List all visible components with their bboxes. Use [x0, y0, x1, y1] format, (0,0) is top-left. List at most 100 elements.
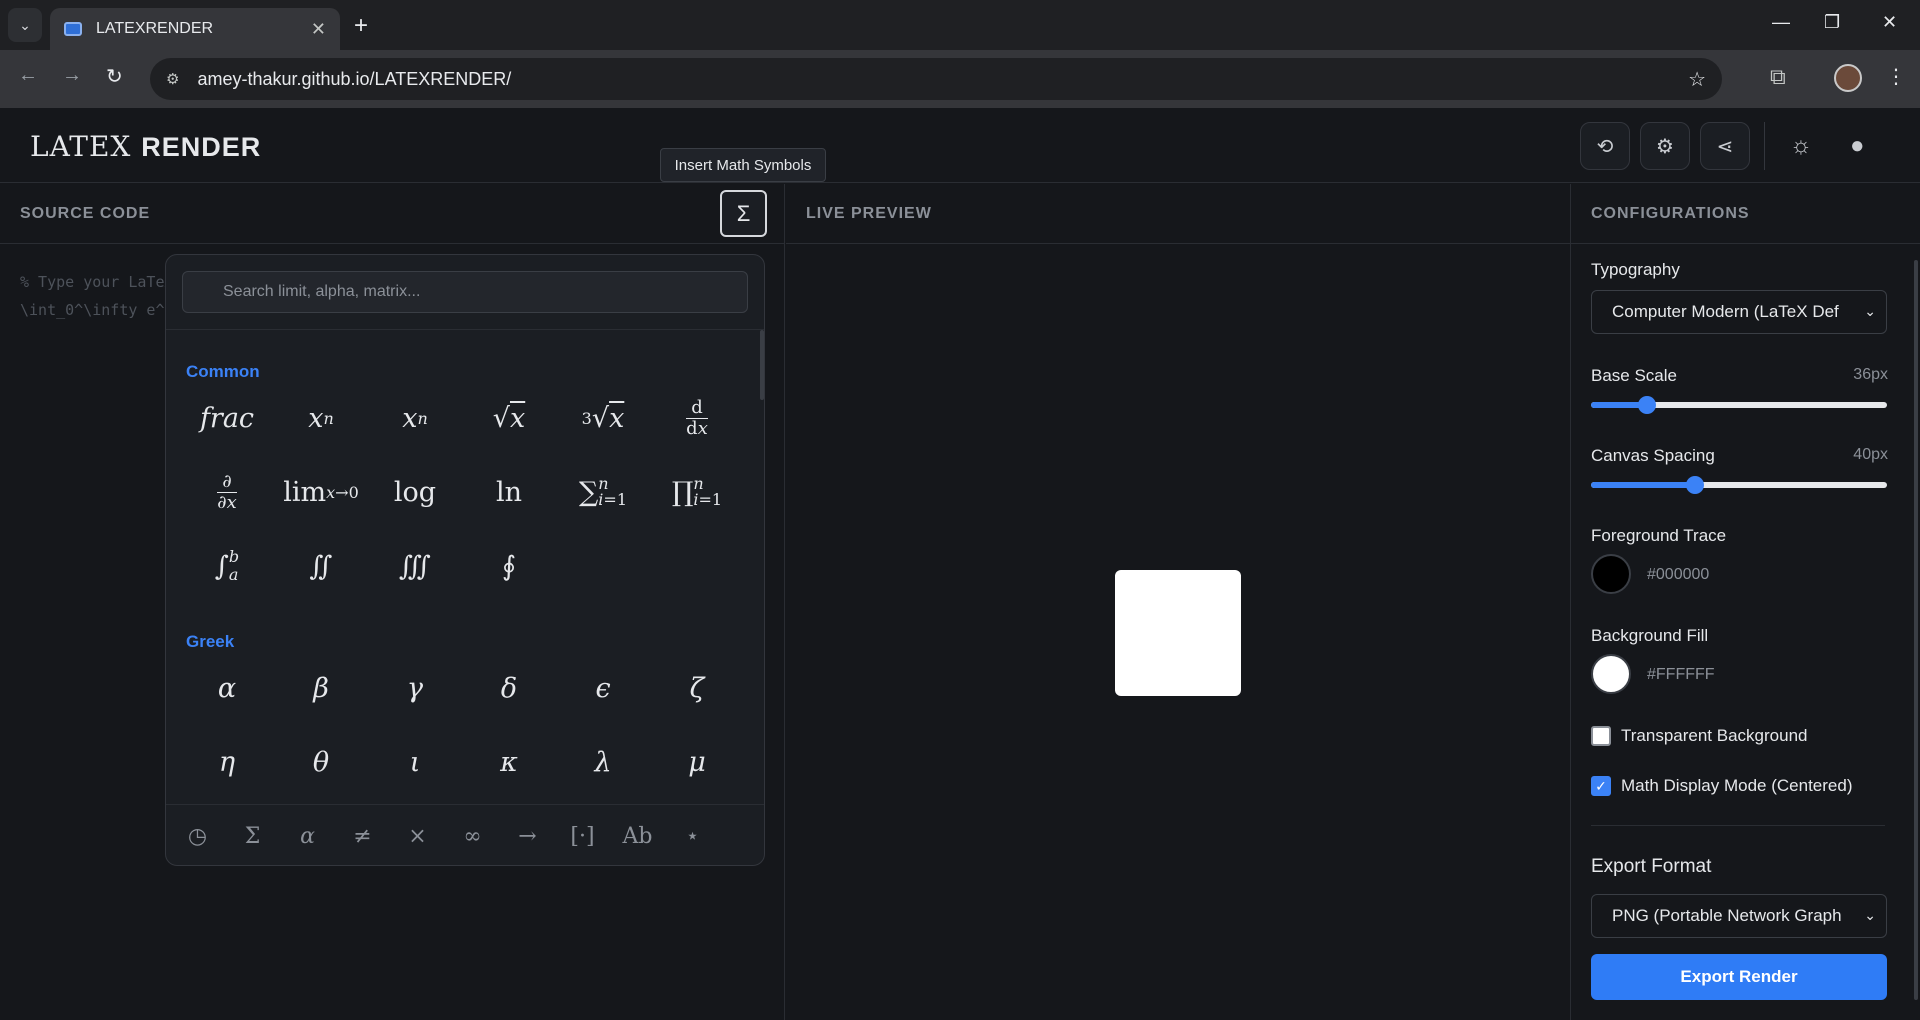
canvas-spacing-slider[interactable]	[1591, 476, 1887, 494]
symbol-log[interactable]: log	[368, 462, 462, 522]
logo-render: RENDER	[141, 132, 262, 162]
config-scrollbar[interactable]	[1914, 260, 1918, 1000]
symbol-list-scrollbar[interactable]	[760, 330, 764, 400]
symbol-definite-integral[interactable]: ∫ b a	[180, 536, 274, 596]
tab-operators[interactable]: Σ	[225, 824, 280, 849]
tab-title: LATEXRENDER	[96, 20, 214, 37]
history-button[interactable]: ⟲	[1580, 122, 1630, 170]
symbol-beta[interactable]: β	[274, 658, 368, 718]
export-format-select[interactable]: PNG (Portable Network Graph ⌄	[1591, 894, 1887, 938]
render-canvas	[1115, 570, 1241, 696]
tab-fonts[interactable]: Ab	[610, 824, 665, 849]
browser-tab-strip: ⌄ LATEXRENDER ✕ + — ❐ ✕	[0, 0, 1920, 50]
transparent-checkbox[interactable]	[1591, 726, 1611, 746]
symbol-sqrt[interactable]: √ x	[462, 388, 556, 448]
export-format-label: Export Format	[1591, 856, 1712, 877]
symbol-mu[interactable]: μ	[650, 732, 744, 792]
tab-recent-clock-icon[interactable]: ◷	[170, 824, 225, 849]
site-info-icon[interactable]: ⚙	[166, 70, 179, 88]
sigma-icon: Σ	[736, 200, 751, 226]
typography-select[interactable]: Computer Modern (LaTeX Def ⌄	[1591, 290, 1887, 334]
slider-thumb[interactable]	[1685, 476, 1704, 494]
favicon-icon	[64, 22, 82, 36]
tab-favorites-star-icon[interactable]: ⋆	[665, 824, 720, 849]
slider-thumb[interactable]	[1638, 396, 1657, 414]
chevron-down-icon: ⌄	[1864, 303, 1876, 319]
export-render-button[interactable]: Export Render	[1591, 954, 1887, 1000]
tab-delimiters[interactable]: [·]	[555, 824, 610, 849]
symbol-limit[interactable]: lim x→0	[274, 462, 368, 522]
browser-tab[interactable]: LATEXRENDER ✕	[50, 8, 340, 50]
symbol-gamma[interactable]: γ	[368, 658, 462, 718]
canvas-spacing-label: Canvas Spacing	[1591, 446, 1715, 465]
typography-value: Computer Modern (LaTeX Def	[1612, 302, 1839, 321]
foreground-hex: #000000	[1647, 566, 1710, 583]
browser-menu-icon[interactable]: ⋮	[1886, 64, 1906, 89]
symbol-derivative[interactable]: d dx	[650, 388, 744, 448]
symbol-triple-integral[interactable]: ∭	[368, 536, 462, 596]
symbol-epsilon[interactable]: ϵ	[556, 658, 650, 718]
symbol-cube-root[interactable]: 3 √ x	[556, 388, 650, 448]
restore-icon[interactable]: ❐	[1824, 12, 1840, 33]
symbol-eta[interactable]: η	[180, 732, 274, 792]
symbol-subscript[interactable]: xn	[368, 388, 462, 448]
address-bar[interactable]: ⚙ amey-thakur.github.io/LATEXRENDER/ ☆	[150, 58, 1722, 100]
tab-greek[interactable]: α	[280, 824, 335, 849]
header-divider	[1764, 122, 1765, 170]
bookmark-star-icon[interactable]: ☆	[1688, 67, 1706, 92]
close-tab-icon[interactable]: ✕	[311, 19, 326, 40]
share-button[interactable]: ⋖	[1700, 122, 1750, 170]
chevron-down-icon: ⌄	[1864, 907, 1876, 923]
symbol-superscript[interactable]: xn	[274, 388, 368, 448]
app-header: LATEX RENDER ⟲ ⚙ ⋖ ☼ ●	[0, 108, 1920, 183]
symbol-kappa[interactable]: κ	[462, 732, 556, 792]
symbol-sum[interactable]: ∑ n i=1	[556, 462, 650, 522]
background-label: Background Fill	[1591, 626, 1709, 645]
foreground-color-swatch[interactable]	[1591, 554, 1631, 594]
tab-misc[interactable]: ∞	[445, 824, 500, 849]
tab-binary-ops[interactable]: ×	[390, 824, 445, 849]
background-hex: #FFFFFF	[1647, 666, 1715, 683]
base-scale-slider[interactable]	[1591, 396, 1887, 414]
config-divider	[1591, 825, 1885, 826]
tab-relations[interactable]: ≠	[335, 824, 390, 849]
tab-arrows[interactable]: →	[500, 824, 555, 849]
settings-button[interactable]: ⚙	[1640, 122, 1690, 170]
slider-fill	[1591, 482, 1695, 488]
typography-label: Typography	[1591, 260, 1680, 279]
app-logo[interactable]: LATEX RENDER	[30, 130, 261, 163]
profile-avatar[interactable]	[1834, 64, 1862, 92]
history-icon: ⟲	[1596, 135, 1614, 158]
extensions-icon[interactable]: ⧉	[1770, 64, 1786, 90]
symbol-contour-integral[interactable]: ∮	[462, 536, 556, 596]
symbol-delta[interactable]: δ	[462, 658, 556, 718]
gear-icon: ⚙	[1656, 135, 1674, 158]
tab-search-button[interactable]: ⌄	[8, 8, 42, 42]
symbol-ln[interactable]: ln	[462, 462, 556, 522]
symbol-iota[interactable]: ι	[368, 732, 462, 792]
forward-icon[interactable]: →	[62, 64, 82, 87]
symbol-lambda[interactable]: λ	[556, 732, 650, 792]
insert-symbols-button[interactable]: Σ	[720, 190, 767, 237]
symbol-theta[interactable]: θ	[274, 732, 368, 792]
symbol-zeta[interactable]: ζ	[650, 658, 744, 718]
new-tab-button[interactable]: +	[354, 12, 368, 40]
symbol-partial-derivative[interactable]: ∂ ∂x	[180, 462, 274, 522]
theme-toggle-sun-icon[interactable]: ☼	[1790, 132, 1812, 160]
close-window-icon[interactable]: ✕	[1882, 12, 1897, 33]
back-icon[interactable]: ←	[18, 64, 38, 87]
display-mode-label: Math Display Mode (Centered)	[1621, 776, 1853, 795]
symbol-search-input[interactable]: Search limit, alpha, matrix...	[182, 271, 748, 313]
symbol-frac[interactable]: frac	[180, 388, 274, 448]
symbol-alpha[interactable]: α	[180, 658, 274, 718]
minimize-icon[interactable]: —	[1772, 12, 1790, 33]
reload-icon[interactable]: ↻	[106, 64, 123, 89]
symbol-picker-popup: Search limit, alpha, matrix... Common fr…	[165, 254, 765, 866]
github-icon[interactable]: ●	[1850, 132, 1865, 160]
background-color-swatch[interactable]	[1591, 654, 1631, 694]
base-scale-value: 36px	[1853, 366, 1888, 383]
canvas-spacing-value: 40px	[1853, 446, 1888, 463]
symbol-double-integral[interactable]: ∬	[274, 536, 368, 596]
display-mode-checkbox[interactable]: ✓	[1591, 776, 1611, 796]
symbol-product[interactable]: ∏ n i=1	[650, 462, 744, 522]
